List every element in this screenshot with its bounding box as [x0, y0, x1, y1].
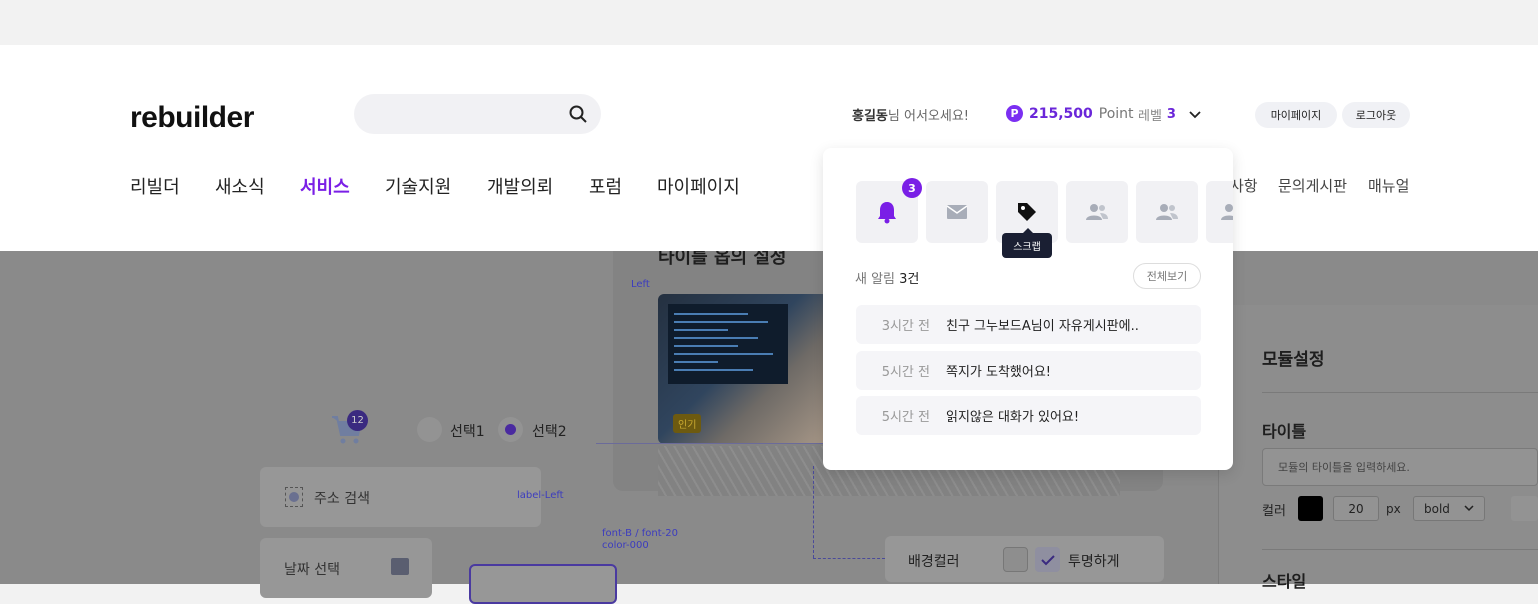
transparent-label: 투명하게 — [1068, 554, 1120, 570]
radio-1-label: 선택1 — [450, 424, 485, 440]
module-divider — [1262, 392, 1538, 393]
users-icon — [1221, 204, 1233, 220]
radio-1[interactable] — [417, 417, 442, 442]
nav-item-tech-support[interactable]: 기술지원 — [385, 173, 451, 199]
module-divider-2 — [1262, 549, 1538, 550]
greeting-suffix: 님 어서오세요! — [887, 109, 969, 124]
weight-select[interactable]: bold — [1413, 496, 1485, 521]
guide-line — [596, 443, 826, 444]
level-label: 레벨 — [1138, 109, 1162, 124]
notification-time: 5시간 전 — [881, 410, 930, 425]
nav-item-rebuilder[interactable]: 리빌더 — [130, 173, 180, 199]
font-spec-1: font-B / font-20 — [602, 528, 678, 539]
new-count: 3건 — [899, 272, 920, 287]
search-icon[interactable] — [569, 105, 587, 123]
radio-2-label: 선택2 — [532, 424, 567, 440]
notification-count-badge: 3 — [902, 178, 922, 198]
users-icon — [1156, 204, 1178, 220]
font-spec-2: color-000 — [602, 540, 649, 551]
cart-count-badge: 12 — [347, 410, 368, 431]
bg-color-label: 배경컬러 — [908, 554, 960, 570]
tab-more[interactable] — [1206, 181, 1233, 243]
user-name: 홍길동 — [852, 109, 888, 124]
notification-dropdown: 3 스크랩 새 알림 3건 전체보기 3시간 전 친구 그누보드A님이 자유게시… — [823, 148, 1233, 470]
notification-time: 5시간 전 — [881, 365, 930, 380]
guide-dotted — [813, 466, 814, 558]
header: rebuilder 홍길동님 어서오세요! P 215,500 Point 레벨… — [0, 45, 1538, 251]
date-select-label: 날짜 선택 — [284, 562, 340, 578]
nav-item-service[interactable]: 서비스 — [300, 173, 350, 199]
radio-2[interactable] — [498, 417, 523, 442]
notification-item[interactable]: 3시간 전 친구 그누보드A님이 자유게시판에.. — [856, 305, 1201, 344]
bell-icon — [878, 202, 896, 224]
tab-followers[interactable] — [1136, 181, 1198, 243]
weight-value: bold — [1424, 501, 1450, 516]
tab-messages[interactable] — [926, 181, 988, 243]
notification-message: 읽지않은 대화가 있어요! — [946, 410, 1080, 425]
point-display: P 215,500 Point — [1006, 105, 1134, 122]
notification-message: 친구 그누보드A님이 자유게시판에.. — [946, 319, 1139, 334]
dimmed-overlay: 타이틀 옵의 설정 Left 인기 12 선택1 선택2 주소 검색 label… — [0, 231, 1538, 604]
level-value: 3 — [1166, 107, 1176, 122]
view-all-button[interactable]: 전체보기 — [1133, 263, 1201, 289]
calendar-icon — [391, 558, 409, 575]
left-label: Left — [631, 279, 650, 290]
nav-item-dev-request[interactable]: 개발의뢰 — [487, 173, 553, 199]
users-icon — [1086, 204, 1108, 220]
tag-icon — [1018, 203, 1036, 221]
chevron-down-icon — [1464, 505, 1474, 512]
radio-2-dot — [505, 424, 516, 435]
px-label: px — [1386, 502, 1401, 516]
popular-badge: 인기 — [673, 414, 702, 433]
nav-item-news[interactable]: 새소식 — [215, 173, 265, 199]
new-label: 새 알림 — [855, 272, 896, 287]
nav-item-inquiry[interactable]: 문의게시판 — [1278, 175, 1347, 196]
color-label: 컬러 — [1262, 504, 1286, 519]
chevron-down-icon[interactable] — [1189, 110, 1201, 119]
title-label: 타이틀 — [1262, 422, 1307, 441]
color-swatch[interactable] — [1298, 496, 1323, 521]
title-placeholder: 모듈의 타이틀을 입력하세요. — [1278, 461, 1410, 474]
preview-box — [469, 564, 617, 604]
mail-icon — [946, 205, 968, 219]
point-icon: P — [1006, 105, 1023, 122]
bg-color-swatch[interactable] — [1003, 547, 1028, 572]
nav-item-manual[interactable]: 매뉴얼 — [1368, 175, 1409, 196]
nav-item-notice[interactable]: 사항 — [1230, 175, 1258, 196]
extra-swatch[interactable] — [1511, 496, 1538, 521]
nav-item-forum[interactable]: 포럼 — [589, 173, 622, 199]
logo[interactable]: rebuilder — [130, 101, 254, 135]
style-label: 스타일 — [1262, 572, 1307, 591]
top-strip — [0, 0, 1538, 45]
notification-item[interactable]: 5시간 전 쪽지가 도착했어요! — [856, 351, 1201, 390]
transparent-checkbox[interactable] — [1035, 547, 1060, 572]
point-value: 215,500 — [1029, 105, 1093, 122]
guide-dotted-h — [813, 558, 885, 559]
point-unit: Point — [1098, 105, 1134, 122]
logout-button[interactable]: 로그아웃 — [1342, 102, 1410, 128]
label-left-annotation: label-Left — [517, 490, 564, 501]
address-search-label: 주소 검색 — [314, 491, 370, 507]
scrap-tooltip: 스크랩 — [1002, 228, 1052, 258]
location-pin-icon — [285, 487, 303, 507]
greeting: 홍길동님 어서오세요! — [852, 105, 969, 124]
notification-message: 쪽지가 도착했어요! — [946, 365, 1052, 380]
module-settings-title: 모듈설정 — [1262, 350, 1325, 370]
notification-time: 3시간 전 — [881, 319, 930, 334]
nav-item-mypage[interactable]: 마이페이지 — [657, 173, 740, 199]
notification-item[interactable]: 5시간 전 읽지않은 대화가 있어요! — [856, 396, 1201, 435]
tab-friends[interactable] — [1066, 181, 1128, 243]
new-notification-count: 새 알림 3건 — [855, 268, 919, 287]
search-input[interactable] — [354, 94, 601, 134]
level-display[interactable]: 레벨 3 — [1138, 105, 1201, 124]
font-size-input[interactable]: 20 — [1333, 496, 1379, 521]
mypage-button[interactable]: 마이페이지 — [1255, 102, 1337, 128]
